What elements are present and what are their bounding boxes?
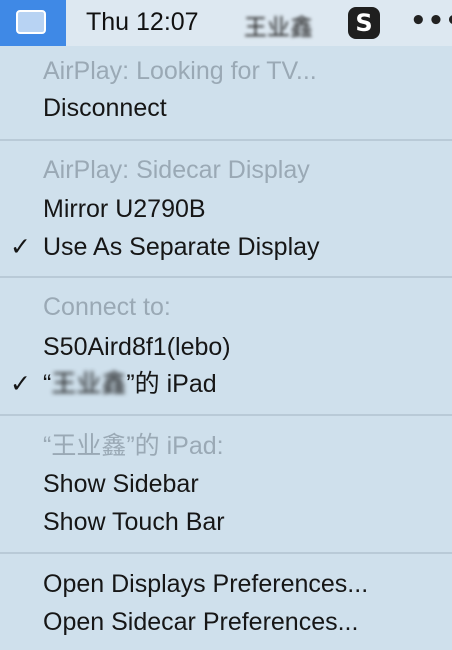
menu-item-disconnect[interactable]: Disconnect bbox=[0, 90, 452, 126]
menu-item-label: Connect to: bbox=[43, 293, 171, 321]
menu-separator bbox=[0, 139, 452, 141]
menu-item-label-suffix: ”的 iPad bbox=[126, 370, 217, 398]
menu-item-label: “王业鑫”的 iPad: bbox=[43, 432, 224, 460]
s-app-icon[interactable]: S bbox=[348, 7, 380, 39]
menu-separator bbox=[0, 276, 452, 278]
checkmark-icon: ✓ bbox=[10, 232, 31, 261]
menu-item-label: Show Sidebar bbox=[43, 470, 199, 498]
menu-item-label: AirPlay: Sidecar Display bbox=[43, 156, 310, 184]
menu-item-s50aird8f1[interactable]: S50Aird8f1(lebo) bbox=[0, 329, 452, 365]
menu-bar: Thu 12:07 王业鑫 S ••• bbox=[0, 0, 452, 46]
menu-item-label: Show Touch Bar bbox=[43, 508, 225, 536]
menu-item-label: Disconnect bbox=[43, 94, 167, 122]
menu-header-ipad-options: “王业鑫”的 iPad: bbox=[0, 428, 452, 464]
menu-item-label: Open Displays Preferences... bbox=[43, 570, 369, 598]
menu-item-label: S50Aird8f1(lebo) bbox=[43, 333, 231, 361]
airplay-menubar-button[interactable] bbox=[0, 0, 66, 46]
airplay-dropdown-menu: AirPlay: Looking for TV... Disconnect Ai… bbox=[0, 46, 452, 650]
menu-item-show-sidebar[interactable]: Show Sidebar bbox=[0, 466, 452, 502]
menu-header-sidecar-display: AirPlay: Sidecar Display bbox=[0, 152, 452, 188]
menubar-user-name[interactable]: 王业鑫 bbox=[244, 8, 324, 42]
menubar-clock[interactable]: Thu 12:07 bbox=[86, 8, 199, 37]
menu-item-open-displays-preferences[interactable]: Open Displays Preferences... bbox=[0, 566, 452, 602]
menu-item-label: Mirror U2790B bbox=[43, 195, 206, 223]
menu-item-label: Open Sidecar Preferences... bbox=[43, 608, 359, 636]
menu-item-ipad-device[interactable]: ✓ “王业鑫”的 iPad bbox=[0, 366, 452, 402]
menu-item-open-sidecar-preferences[interactable]: Open Sidecar Preferences... bbox=[0, 604, 452, 640]
menu-header-airplay-looking: AirPlay: Looking for TV... bbox=[0, 53, 452, 89]
menu-item-show-touch-bar[interactable]: Show Touch Bar bbox=[0, 504, 452, 540]
menu-item-label: AirPlay: Looking for TV... bbox=[43, 57, 317, 85]
menu-item-mirror-u2790b[interactable]: Mirror U2790B bbox=[0, 191, 452, 227]
checkmark-icon: ✓ bbox=[10, 369, 31, 398]
menu-item-label: Use As Separate Display bbox=[43, 233, 320, 261]
menu-separator bbox=[0, 414, 452, 416]
menu-separator bbox=[0, 552, 452, 554]
menu-item-use-as-separate-display[interactable]: ✓ Use As Separate Display bbox=[0, 229, 452, 265]
menu-header-connect-to: Connect to: bbox=[0, 289, 452, 325]
airplay-display-icon bbox=[16, 10, 46, 34]
menu-item-label-device-owner: 王业鑫 bbox=[51, 370, 127, 398]
more-icon[interactable]: ••• bbox=[410, 8, 452, 34]
menu-item-label-open-quote: “ bbox=[43, 370, 52, 398]
